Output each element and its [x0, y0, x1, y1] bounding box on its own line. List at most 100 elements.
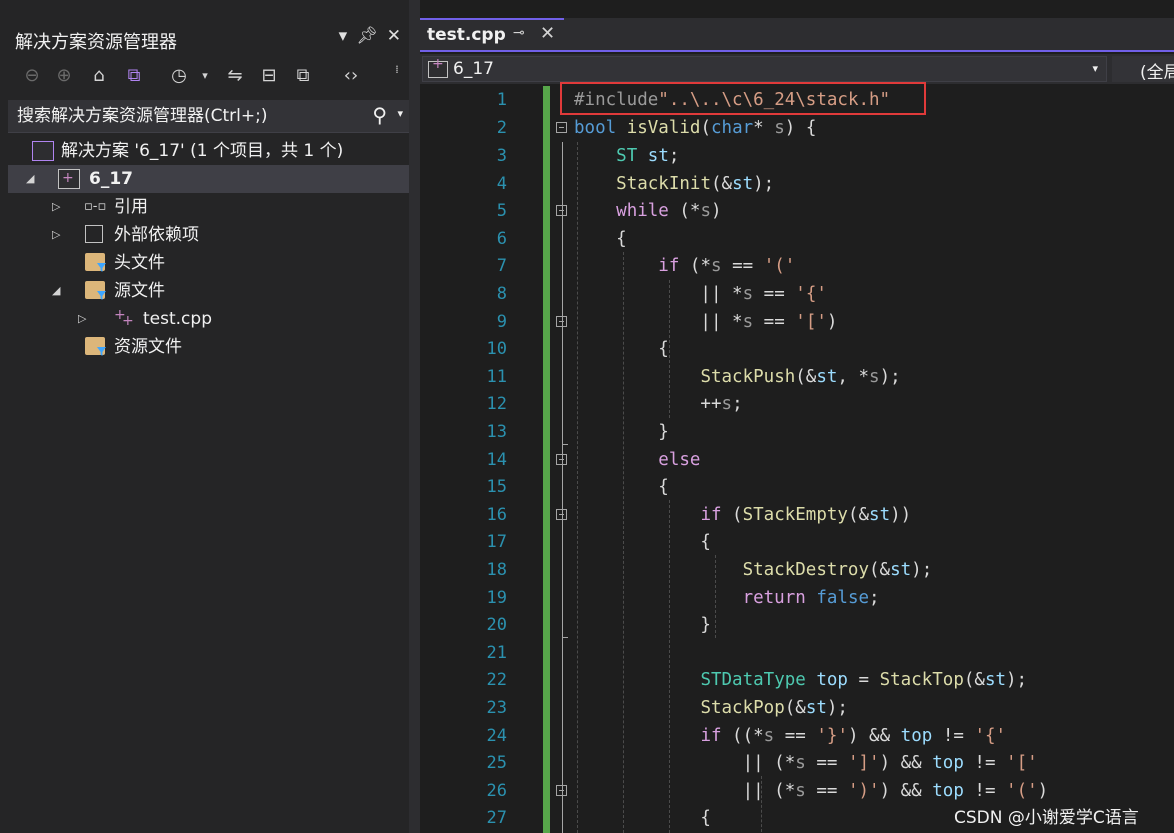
tab-label: test.cpp	[427, 25, 506, 45]
expanded-arrow-icon[interactable]: ◢	[52, 277, 60, 305]
code-line: StackInit(&st);	[616, 174, 775, 194]
code-line: if (STackEmpty(&st))	[700, 505, 912, 525]
code-line: {	[574, 808, 711, 828]
line-number: 13	[486, 422, 507, 442]
toolbar-overflow-icon[interactable]: ⁞	[390, 58, 404, 82]
line-number: 17	[486, 532, 507, 552]
navigation-bar: 6_17 ▾ (全局	[420, 54, 1174, 84]
switch-views-icon[interactable]: ⧉	[120, 64, 148, 88]
code-line: ++s;	[574, 394, 743, 414]
cpp-project-icon	[428, 56, 448, 78]
tab-test-cpp[interactable]: test.cpp ⊸ ✕	[420, 18, 564, 50]
line-number: 8	[496, 284, 507, 304]
close-icon[interactable]: ✕	[387, 26, 401, 46]
code-line: {	[574, 229, 627, 249]
line-number: 18	[486, 560, 507, 580]
csdn-watermark: CSDN @小谢爱学C语言	[954, 808, 1139, 828]
tree-item-resource-files[interactable]: 资源文件	[8, 333, 409, 361]
collapse-icon[interactable]	[556, 205, 567, 216]
code-line: StackDestroy(&st);	[742, 560, 933, 580]
tree-item-solution[interactable]: 解决方案 '6_17' (1 个项目，共 1 个)	[8, 137, 409, 165]
line-number: 16	[486, 505, 507, 525]
home-icon[interactable]: ⌂	[86, 64, 112, 88]
code-line: }	[574, 422, 669, 442]
project-dropdown-value: 6_17	[453, 59, 494, 79]
sync-active-document-icon[interactable]: ⇋	[222, 64, 248, 88]
outline-line	[562, 142, 563, 833]
line-number: 9	[496, 312, 507, 332]
panel-splitter[interactable]	[409, 0, 420, 833]
line-number: 20	[486, 615, 507, 635]
tree-item-label: 6_17	[89, 169, 133, 189]
collapsed-arrow-icon[interactable]: ▷	[52, 221, 60, 249]
code-view-icon[interactable]: ‹›	[338, 64, 364, 88]
collapse-icon[interactable]	[556, 454, 567, 465]
collapse-icon[interactable]	[556, 509, 567, 520]
solution-explorer-panel: 解决方案资源管理器 ▾ 📌︎ ✕ ⊖ ⊕ ⌂ ⧉ ◷ ▾ ⇋ ⊟ ⧉ ‹› ⁞ …	[0, 0, 420, 833]
solution-search-input[interactable]	[8, 100, 359, 132]
code-line: StackPush(&st, *s);	[700, 367, 901, 387]
collapse-icon[interactable]	[556, 785, 567, 796]
code-line: || (*s == ')') && top != '(')	[574, 781, 1049, 801]
external-dependencies-icon	[85, 225, 103, 243]
code-editor: test.cpp ⊸ ✕ 6_17 ▾ (全局 1 2	[420, 0, 1174, 833]
code-line: while (*s)	[616, 201, 722, 221]
line-number: 15	[486, 477, 507, 497]
code-area[interactable]: 1 2 3 4 5 6 7 8 9 10 11 12 13 14 15 16 1…	[420, 82, 1174, 833]
filter-folder-icon	[85, 281, 105, 299]
code-line: else	[658, 450, 701, 470]
collapse-icon[interactable]	[556, 122, 567, 133]
tree-item-source-files[interactable]: ◢ 源文件	[8, 277, 409, 305]
line-number: 2	[496, 118, 507, 138]
search-icon[interactable]: ⚲	[372, 103, 387, 127]
line-number: 21	[486, 643, 507, 663]
window-position-dropdown-icon[interactable]: ▾	[339, 26, 348, 46]
line-number: 19	[486, 588, 507, 608]
pending-changes-filter-icon[interactable]: ◷	[166, 64, 192, 88]
cpp-project-icon	[58, 164, 80, 192]
code-line: if ((*s == '}') && top != '{'	[700, 726, 1007, 746]
tree-item-label: test.cpp	[143, 309, 212, 329]
show-all-files-icon[interactable]: ⧉	[290, 64, 316, 88]
tree-item-label: 解决方案 '6_17' (1 个项目，共 1 个)	[61, 141, 344, 161]
forward-icon[interactable]: ⊕	[52, 64, 76, 88]
project-dropdown[interactable]: 6_17 ▾	[422, 56, 1107, 82]
line-number: 4	[496, 174, 507, 194]
tree-item-label: 引用	[114, 197, 148, 217]
pin-icon[interactable]: 📌︎	[356, 26, 378, 46]
tree-item-project[interactable]: ◢ 6_17	[8, 164, 409, 193]
tree-item-header-files[interactable]: 头文件	[8, 249, 409, 277]
collapse-icon[interactable]	[556, 316, 567, 327]
collapsed-arrow-icon[interactable]: ▷	[78, 305, 86, 333]
collapsed-arrow-icon[interactable]: ▷	[52, 193, 60, 221]
line-number: 24	[486, 726, 507, 746]
back-icon[interactable]: ⊖	[20, 64, 44, 88]
close-tab-icon[interactable]: ✕	[540, 23, 555, 44]
line-number: 5	[496, 201, 507, 221]
filter-dropdown-icon[interactable]: ▾	[198, 64, 212, 88]
solution-search-box: ⚲ ▾	[8, 100, 409, 133]
line-number: 6	[496, 229, 507, 249]
code-line: {	[574, 339, 669, 359]
line-number: 25	[486, 753, 507, 773]
tree-item-label: 头文件	[114, 253, 165, 273]
scope-dropdown[interactable]: (全局	[1112, 56, 1174, 82]
tree-item-references[interactable]: ▷ ▫-▫ 引用	[8, 193, 409, 221]
code-line: }	[574, 615, 711, 635]
outline-end-marker	[562, 444, 568, 445]
collapse-all-icon[interactable]: ⊟	[256, 64, 282, 88]
scope-dropdown-value: (全局	[1140, 63, 1174, 82]
code-line: {	[574, 477, 669, 497]
search-options-dropdown-icon[interactable]: ▾	[397, 107, 403, 120]
solution-icon	[32, 141, 54, 161]
pin-tab-icon[interactable]: ⊸	[513, 25, 525, 41]
change-tracking-bar	[543, 86, 550, 833]
solution-explorer-toolbar: ⊖ ⊕ ⌂ ⧉ ◷ ▾ ⇋ ⊟ ⧉ ‹› ⁞	[0, 58, 409, 94]
line-number: 12	[486, 394, 507, 414]
tree-item-external-dependencies[interactable]: ▷ 外部依赖项	[8, 221, 409, 249]
line-number: 26	[486, 781, 507, 801]
line-number: 10	[486, 339, 507, 359]
expanded-arrow-icon[interactable]: ◢	[26, 165, 34, 193]
panel-title: 解决方案资源管理器	[15, 32, 177, 53]
tree-item-test-cpp[interactable]: ▷ test.cpp	[8, 301, 409, 335]
